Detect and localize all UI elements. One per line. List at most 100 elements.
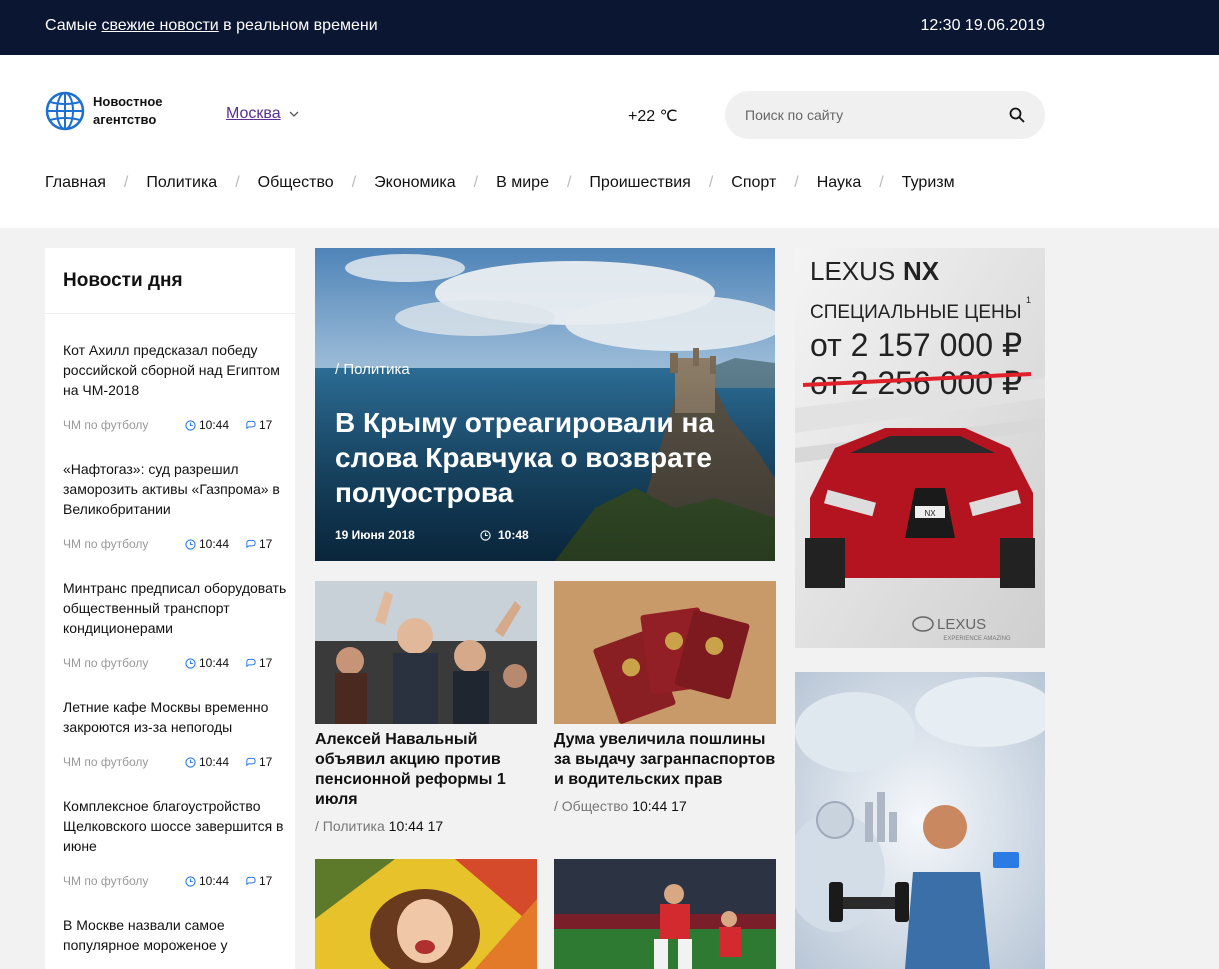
hero-title[interactable]: В Крыму отреагировали на слова Кравчука … <box>335 405 765 510</box>
nav-item-society[interactable]: Общество <box>258 174 334 192</box>
ad-price-new: от 2 157 000 ₽ <box>810 327 1022 363</box>
news-item-time: 10:44 <box>185 874 245 888</box>
hero-article[interactable]: / Политика В Крыму отреагировали на слов… <box>315 248 775 561</box>
ad-logo-text: LEXUS <box>937 616 986 633</box>
article-card[interactable] <box>554 859 776 969</box>
news-item-comments[interactable]: 17 <box>245 418 272 432</box>
nav-separator: / <box>123 174 129 191</box>
news-item-meta: ЧМ по футболу 10:44 17 <box>63 536 287 552</box>
comment-icon <box>246 539 256 548</box>
site-header: Новостное агентство Москва +22 ℃ Главная… <box>0 55 1219 228</box>
current-datetime: 12:30 19.06.2019 <box>920 17 1045 34</box>
comment-icon <box>246 757 256 766</box>
tagline-text-end: в реальном времени <box>218 17 378 34</box>
top-bar: Самые свежие новости в реальном времени … <box>0 0 1219 55</box>
list-item: В Москве назвали самое популярное мороже… <box>45 889 295 955</box>
nav-separator: / <box>351 174 357 191</box>
search-input[interactable] <box>745 104 995 126</box>
article-card[interactable] <box>315 859 537 969</box>
news-item-time: 10:44 <box>185 537 245 551</box>
news-item-meta: ЧМ по футболу 10:44 17 <box>63 873 287 889</box>
nav-item-world[interactable]: В мире <box>496 174 549 192</box>
ad-slogan: EXPERIENCE AMAZING <box>943 636 1011 642</box>
site-logo[interactable]: Новостное агентство <box>45 91 183 131</box>
news-item-time: 10:44 <box>185 656 245 670</box>
news-item-category[interactable]: ЧМ по футболу <box>63 755 185 769</box>
news-item-comments[interactable]: 17 <box>245 874 272 888</box>
ad-headline: СПЕЦИАЛЬНЫЕ ЦЕНЫ <box>810 302 1022 323</box>
news-item-category[interactable]: ЧМ по футболу <box>63 656 185 670</box>
nav-item-politics[interactable]: Политика <box>146 174 217 192</box>
temperature: +22 ℃ <box>628 108 678 125</box>
article-comments[interactable]: 17 <box>428 818 444 834</box>
ad-model: NX <box>903 256 940 286</box>
news-item-comments-count: 17 <box>259 755 273 769</box>
article-comments[interactable]: 17 <box>671 798 687 814</box>
city-label: Москва <box>226 105 281 122</box>
fresh-news-link[interactable]: свежие новости <box>101 17 218 34</box>
logo-line-2: агентство <box>93 112 157 127</box>
clock-icon <box>185 538 196 550</box>
article-card[interactable]: Алексей Навальный объявил акцию против п… <box>315 581 537 834</box>
nav-item-science[interactable]: Наука <box>817 174 862 192</box>
search-icon[interactable] <box>1009 107 1025 123</box>
nav-item-tourism[interactable]: Туризм <box>902 174 955 192</box>
news-of-the-day-sidebar: Новости дня Кот Ахилл предсказал победу … <box>45 248 295 969</box>
news-item-comments[interactable]: 17 <box>245 755 272 769</box>
nav-separator: / <box>879 174 884 191</box>
clock-icon <box>185 756 196 768</box>
article-meta: / Общество 10:44 17 <box>554 798 776 814</box>
news-item-time-value: 10:44 <box>199 656 230 670</box>
article-category[interactable]: / Политика <box>315 818 385 834</box>
article-image <box>554 581 776 724</box>
list-item: Летние кафе Москвы временно закроются из… <box>45 671 295 770</box>
list-item: Комплексное благоустройство Щелковского … <box>45 770 295 889</box>
protest-photo <box>315 581 537 724</box>
list-item: Минтранс предписал оборудовать обществен… <box>45 552 295 671</box>
news-item-comments[interactable]: 17 <box>245 537 272 551</box>
globe-icon <box>45 91 85 131</box>
news-item-comments-count: 17 <box>259 537 273 551</box>
fitness-ad-graphic <box>795 672 1045 969</box>
news-item-title[interactable]: Летние кафе Москвы временно закроются из… <box>63 697 287 737</box>
news-item-title[interactable]: Минтранс предписал оборудовать обществен… <box>63 578 287 638</box>
news-item-meta: ЧМ по футболу 10:44 17 <box>63 754 287 770</box>
news-item-category[interactable]: ЧМ по футболу <box>63 874 185 888</box>
article-title[interactable]: Алексей Навальный объявил акцию против п… <box>315 730 537 810</box>
news-item-title[interactable]: Кот Ахилл предсказал победу российской с… <box>63 340 287 400</box>
article-card[interactable]: Дума увеличила пошлины за выдачу загранп… <box>554 581 776 814</box>
clock-icon <box>185 875 196 887</box>
clock-icon <box>480 529 491 541</box>
news-item-title[interactable]: Комплексное благоустройство Щелковского … <box>63 796 287 856</box>
comment-icon <box>246 658 256 667</box>
article-meta: / Политика 10:44 17 <box>315 818 537 834</box>
news-item-comments[interactable]: 17 <box>245 656 272 670</box>
nav-item-incidents[interactable]: Проишествия <box>589 174 690 192</box>
tagline-text-start: Самые <box>45 17 102 34</box>
nav-item-sport[interactable]: Спорт <box>731 174 776 192</box>
news-item-title[interactable]: «Нафтогаз»: суд разрешил заморозить акти… <box>63 459 287 519</box>
lexus-ad-banner[interactable]: LEXUS NX СПЕЦИАЛЬНЫЕ ЦЕНЫ 1 от 2 157 000… <box>795 248 1045 648</box>
news-item-time-value: 10:44 <box>199 418 230 432</box>
list-item: Кот Ахилл предсказал победу российской с… <box>45 314 295 433</box>
lexus-ad-graphic: LEXUS NX СПЕЦИАЛЬНЫЕ ЦЕНЫ 1 от 2 157 000… <box>795 248 1045 648</box>
article-time: 10:44 <box>632 798 668 814</box>
fitness-ad-banner[interactable] <box>795 672 1045 969</box>
news-item-time-value: 10:44 <box>199 537 230 551</box>
article-time: 10:44 <box>388 818 424 834</box>
news-item-title[interactable]: В Москве назвали самое популярное мороже… <box>63 915 287 955</box>
news-item-category[interactable]: ЧМ по футболу <box>63 418 185 432</box>
article-category[interactable]: / Общество <box>554 798 628 814</box>
article-title[interactable]: Дума увеличила пошлины за выдачу загранп… <box>554 730 776 790</box>
nav-item-home[interactable]: Главная <box>45 174 106 192</box>
news-item-meta: ЧМ по футболу 10:44 17 <box>63 417 287 433</box>
passports-photo <box>554 581 776 724</box>
news-item-comments-count: 17 <box>259 874 273 888</box>
tagline: Самые свежие новости в реальном времени <box>45 17 378 35</box>
hero-category[interactable]: / Политика <box>335 361 410 378</box>
comment-icon <box>246 420 256 429</box>
nav-item-economy[interactable]: Экономика <box>374 174 456 192</box>
news-item-time-value: 10:44 <box>199 874 230 888</box>
city-selector[interactable]: Москва <box>226 105 299 123</box>
news-item-category[interactable]: ЧМ по футболу <box>63 537 185 551</box>
